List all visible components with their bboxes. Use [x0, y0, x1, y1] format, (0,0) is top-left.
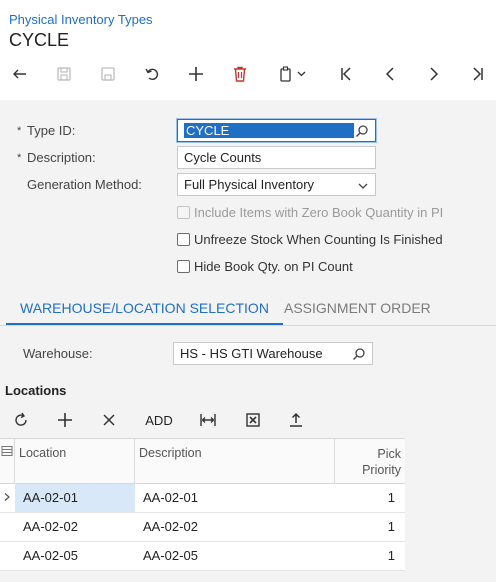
table-row[interactable]: AA-02-01 AA-02-01 1: [0, 484, 405, 513]
last-record-icon: [473, 67, 483, 81]
undo-button[interactable]: [138, 60, 166, 88]
close-icon: [103, 414, 115, 426]
add-row-button[interactable]: [52, 406, 78, 434]
description-value: Cycle Counts: [184, 150, 262, 165]
tab-divider: [0, 325, 496, 326]
undo-icon: [145, 68, 159, 81]
table-row[interactable]: AA-02-02 AA-02-02 1: [0, 513, 405, 542]
refresh-button[interactable]: [8, 406, 34, 434]
add-icon: [58, 413, 72, 427]
generation-method-select[interactable]: Full Physical Inventory: [177, 173, 376, 196]
page-header: Physical Inventory Types CYCLE: [0, 0, 496, 100]
column-header-word: Pick: [377, 447, 401, 461]
next-record-icon: [430, 67, 439, 81]
warehouse-field[interactable]: HS - HS GTI Warehouse: [173, 342, 373, 365]
column-header-location[interactable]: Location: [15, 439, 135, 484]
copy-paste-icon: [280, 66, 306, 82]
main-toolbar: [0, 60, 496, 88]
previous-record-button[interactable]: [376, 60, 404, 88]
hide-book-qty-checkbox[interactable]: Hide Book Qty. on PI Count: [177, 257, 353, 275]
breadcrumb[interactable]: Physical Inventory Types: [9, 12, 153, 27]
column-settings-icon: [1, 446, 13, 456]
cell-description[interactable]: AA-02-01: [135, 484, 335, 512]
fit-width-icon: [200, 414, 216, 426]
unfreeze-stock-checkbox[interactable]: Unfreeze Stock When Counting Is Finished: [177, 230, 443, 248]
save-button[interactable]: [94, 60, 122, 88]
delete-row-button[interactable]: [96, 406, 122, 434]
delete-icon: [234, 66, 246, 82]
tab-bar: WAREHOUSE/LOCATION SELECTION ASSIGNMENT …: [0, 290, 496, 326]
next-record-button[interactable]: [420, 60, 448, 88]
chevron-down-icon: [358, 183, 368, 189]
required-marker: *: [17, 152, 22, 164]
locations-title: Locations: [5, 383, 67, 398]
checkbox-label: Unfreeze Stock When Counting Is Finished: [194, 231, 443, 247]
type-id-value: CYCLE: [184, 123, 354, 138]
description-field[interactable]: Cycle Counts: [177, 146, 376, 169]
grid-header: Location Description Pick Priority: [0, 438, 405, 484]
first-record-button[interactable]: [332, 60, 360, 88]
export-excel-button[interactable]: [240, 406, 266, 434]
warehouse-label: Warehouse:: [23, 346, 93, 361]
page-title: CYCLE: [9, 30, 70, 50]
back-button[interactable]: [6, 60, 34, 88]
cell-description[interactable]: AA-02-02: [135, 513, 335, 541]
checkbox-box[interactable]: [177, 205, 190, 219]
tab-warehouse-location-selection[interactable]: WAREHOUSE/LOCATION SELECTION: [6, 290, 283, 326]
generation-method-label: Generation Method:: [27, 177, 142, 192]
chevron-right-icon: [4, 493, 10, 501]
cell-pick-priority[interactable]: 1: [335, 513, 405, 541]
checkbox-label: Include Items with Zero Book Quantity in…: [194, 204, 444, 220]
save-and-close-icon: [57, 67, 71, 81]
type-id-field[interactable]: CYCLE: [177, 119, 376, 142]
tab-assignment-order[interactable]: ASSIGNMENT ORDER: [270, 290, 445, 326]
cell-location[interactable]: AA-02-05: [15, 542, 135, 570]
required-marker: *: [17, 125, 22, 137]
cell-pick-priority[interactable]: 1: [335, 542, 405, 570]
fit-columns-button[interactable]: [195, 406, 221, 434]
add-icon: [189, 67, 203, 81]
last-record-button[interactable]: [464, 60, 492, 88]
copy-paste-button[interactable]: [270, 60, 316, 88]
generation-method-value: Full Physical Inventory: [184, 177, 315, 192]
save-and-close-button[interactable]: [50, 60, 78, 88]
locations-toolbar: ADD: [0, 406, 496, 434]
upload-button[interactable]: [283, 406, 309, 434]
upload-icon: [290, 412, 302, 427]
cell-pick-priority[interactable]: 1: [335, 484, 405, 512]
column-header-description[interactable]: Description: [135, 439, 335, 484]
column-header-pick-priority[interactable]: Pick Priority: [335, 439, 405, 484]
checkbox-label: Hide Book Qty. on PI Count: [194, 258, 353, 274]
back-icon: [13, 69, 26, 79]
type-id-label: Type ID:: [27, 123, 76, 138]
refresh-icon: [15, 412, 27, 426]
column-header-word: Priority: [362, 463, 401, 477]
first-record-icon: [341, 67, 351, 81]
column-selector[interactable]: [0, 439, 15, 484]
cell-location[interactable]: AA-02-01: [15, 484, 135, 512]
checkbox-box[interactable]: [177, 259, 190, 273]
row-indicator: [0, 484, 15, 512]
search-icon[interactable]: [352, 347, 366, 361]
table-row[interactable]: AA-02-05 AA-02-05 1: [0, 542, 405, 571]
add-locations-button[interactable]: ADD: [140, 406, 178, 434]
add-button[interactable]: [182, 60, 210, 88]
warehouse-value: HS - HS GTI Warehouse: [180, 346, 323, 361]
checkbox-box[interactable]: [177, 232, 190, 246]
search-icon[interactable]: [355, 124, 369, 138]
include-zero-qty-checkbox[interactable]: Include Items with Zero Book Quantity in…: [177, 203, 443, 221]
cell-description[interactable]: AA-02-05: [135, 542, 335, 570]
cell-location[interactable]: AA-02-02: [15, 513, 135, 541]
excel-icon: [246, 413, 260, 427]
save-icon: [101, 67, 115, 81]
previous-record-icon: [385, 67, 394, 81]
description-label: Description:: [27, 150, 96, 165]
delete-button[interactable]: [226, 60, 254, 88]
